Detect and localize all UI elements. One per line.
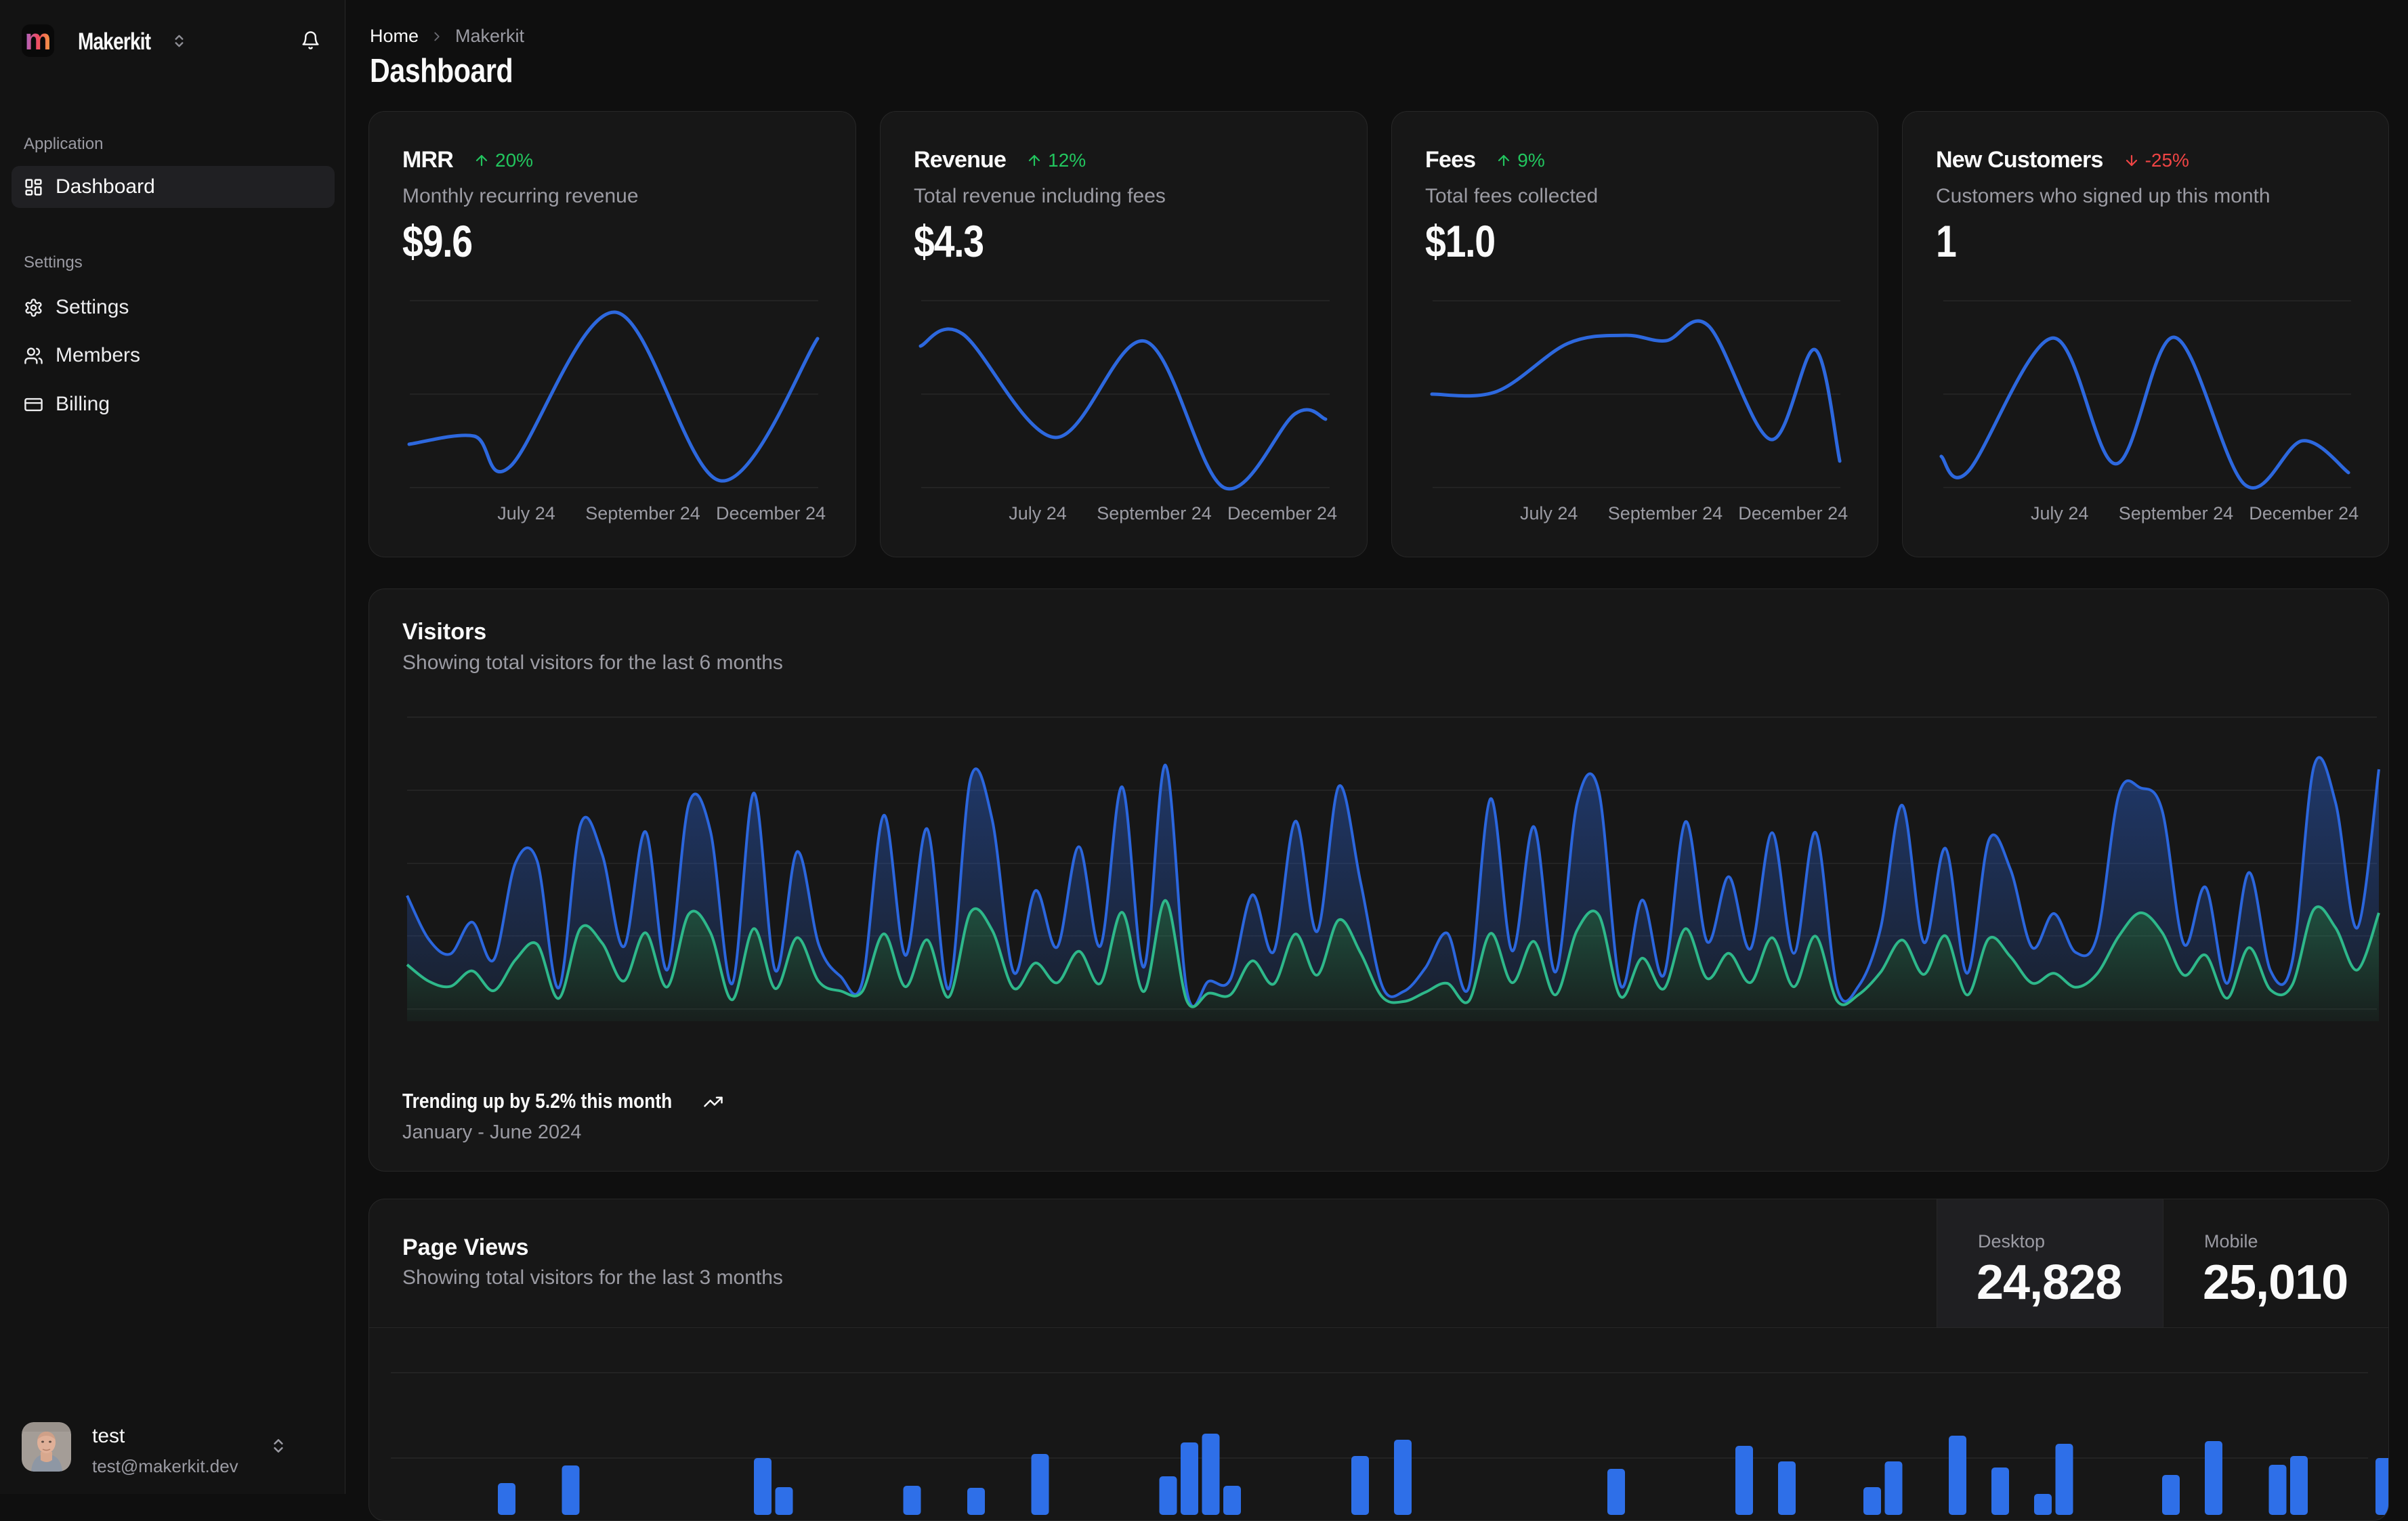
svg-text:July 24: July 24: [2031, 503, 2088, 523]
svg-text:September 24: September 24: [1608, 503, 1723, 523]
svg-text:September 24: September 24: [585, 503, 700, 523]
svg-text:July 24: July 24: [497, 503, 555, 523]
svg-text:July 24: July 24: [1520, 503, 1578, 523]
svg-text:December 24: December 24: [716, 503, 826, 523]
svg-text:July 24: July 24: [1009, 503, 1067, 523]
svg-text:December 24: December 24: [1227, 503, 1337, 523]
svg-text:September 24: September 24: [1097, 503, 1212, 523]
svg-text:September 24: September 24: [2119, 503, 2233, 523]
svg-text:December 24: December 24: [1738, 503, 1848, 523]
svg-text:December 24: December 24: [2249, 503, 2359, 523]
